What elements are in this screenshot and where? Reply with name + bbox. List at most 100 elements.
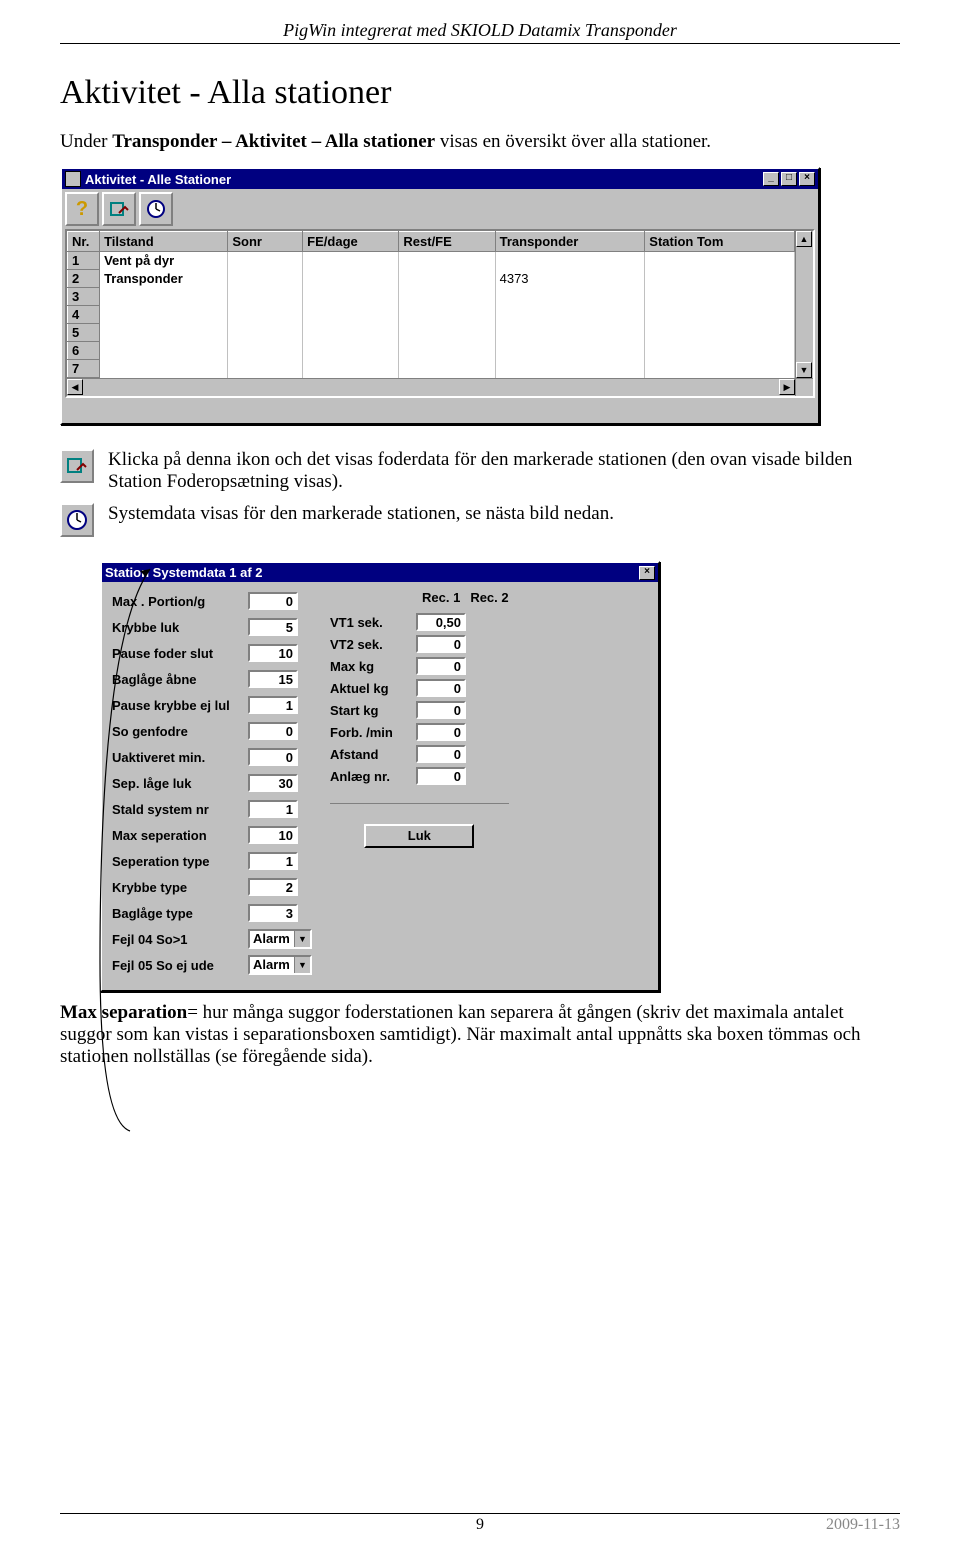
field-input[interactable] [416, 613, 466, 631]
field-input[interactable] [248, 852, 298, 870]
table-row[interactable]: 5 [68, 324, 795, 342]
help-icon: ? [76, 198, 88, 221]
column-header[interactable]: Nr. [68, 232, 100, 252]
field-input[interactable] [416, 745, 466, 763]
field-input[interactable] [248, 826, 298, 844]
table-cell [645, 306, 795, 324]
field-row: Anlæg nr. [330, 765, 509, 787]
field-input[interactable] [416, 723, 466, 741]
activity-title: Aktivitet - Alle Stationer [85, 172, 231, 187]
systemdata-description: Systemdata visas för den markerade stati… [60, 503, 900, 537]
luk-button[interactable]: Luk [364, 824, 474, 848]
column-header[interactable]: Tilstand [100, 232, 228, 252]
field-label: Sep. låge luk [112, 776, 242, 791]
minimize-button[interactable]: _ [763, 172, 779, 186]
table-cell [645, 360, 795, 378]
table-cell [100, 306, 228, 324]
select-value: Alarm [250, 957, 294, 973]
table-cell [399, 306, 495, 324]
field-input[interactable] [416, 657, 466, 675]
field-input[interactable] [416, 635, 466, 653]
scroll-left-icon[interactable]: ◀ [67, 379, 83, 395]
field-input[interactable] [248, 748, 298, 766]
field-label: VT2 sek. [330, 637, 410, 652]
field-input[interactable] [248, 878, 298, 896]
table-row[interactable]: 4 [68, 306, 795, 324]
field-input[interactable] [248, 618, 298, 636]
table-cell [228, 252, 303, 270]
field-label: Krybbe luk [112, 620, 242, 635]
foderdata-description: Klicka på denna ikon och det visas foder… [60, 449, 900, 493]
field-select[interactable]: Alarm▼ [248, 929, 312, 949]
table-cell: 4 [68, 306, 100, 324]
dialog-divider [330, 803, 509, 804]
field-input[interactable] [248, 774, 298, 792]
clock-icon [66, 509, 88, 531]
field-input[interactable] [248, 800, 298, 818]
horizontal-scrollbar[interactable]: ◀ ▶ [67, 378, 813, 396]
help-button[interactable]: ? [65, 192, 99, 226]
field-label: VT1 sek. [330, 615, 410, 630]
column-header[interactable]: Rest/FE [399, 232, 495, 252]
intro-post: visas en översikt över alla stationer. [435, 131, 711, 152]
close-button[interactable]: × [799, 172, 815, 186]
field-label: Baglåge type [112, 906, 242, 921]
field-label: Anlæg nr. [330, 769, 410, 784]
table-cell [100, 324, 228, 342]
field-input[interactable] [248, 722, 298, 740]
column-header[interactable]: Station Tom [645, 232, 795, 252]
systemdata-dialog: Station Systemdata 1 af 2 × Max . Portio… [100, 561, 660, 992]
foderdata-text: Klicka på denna ikon och det visas foder… [108, 449, 900, 493]
activity-toolbar: ? [62, 189, 818, 229]
systemdata-titlebar[interactable]: Station Systemdata 1 af 2 × [102, 563, 658, 582]
maximize-button[interactable]: □ [781, 172, 797, 186]
table-cell [399, 342, 495, 360]
rec1-label: Rec. 1 [422, 590, 460, 605]
table-cell [228, 270, 303, 288]
field-select[interactable]: Alarm▼ [248, 955, 312, 975]
vertical-scrollbar[interactable]: ▲ ▼ [795, 231, 813, 378]
field-input[interactable] [416, 701, 466, 719]
foderdata-button[interactable] [102, 192, 136, 226]
table-cell [399, 288, 495, 306]
scroll-up-icon[interactable]: ▲ [796, 231, 812, 247]
table-cell [303, 252, 399, 270]
field-input[interactable] [416, 679, 466, 697]
dialog-close-button[interactable]: × [639, 566, 655, 580]
field-row: So genfodre [112, 720, 312, 742]
table-cell [399, 252, 495, 270]
activity-window: Aktivitet - Alle Stationer _ □ × ? [60, 167, 820, 425]
chevron-down-icon[interactable]: ▼ [294, 957, 310, 973]
field-row: Krybbe type [112, 876, 312, 898]
chevron-down-icon[interactable]: ▼ [294, 931, 310, 947]
systemdata-icon-box [60, 503, 94, 537]
activity-titlebar[interactable]: Aktivitet - Alle Stationer _ □ × [62, 169, 818, 189]
column-header[interactable]: Sonr [228, 232, 303, 252]
scroll-right-icon[interactable]: ▶ [779, 379, 795, 395]
table-row[interactable]: 3 [68, 288, 795, 306]
field-input[interactable] [248, 904, 298, 922]
table-row[interactable]: 7 [68, 360, 795, 378]
clock-icon [146, 199, 166, 219]
field-input[interactable] [248, 644, 298, 662]
field-input[interactable] [248, 696, 298, 714]
column-header[interactable]: FE/dage [303, 232, 399, 252]
field-row: Sep. låge luk [112, 772, 312, 794]
doc-header: PigWin integrerat med SKIOLD Datamix Tra… [60, 20, 900, 44]
table-row[interactable]: 6 [68, 342, 795, 360]
field-input[interactable] [248, 592, 298, 610]
field-row: Seperation type [112, 850, 312, 872]
table-cell: 2 [68, 270, 100, 288]
table-row[interactable]: 2Transponder4373 [68, 270, 795, 288]
stations-table[interactable]: Nr.TilstandSonrFE/dageRest/FETransponder… [67, 231, 795, 378]
column-header[interactable]: Transponder [495, 232, 645, 252]
systemdata-button[interactable] [139, 192, 173, 226]
field-label: Pause krybbe ej lul [112, 698, 242, 713]
table-cell [228, 360, 303, 378]
field-input[interactable] [248, 670, 298, 688]
field-label: Seperation type [112, 854, 242, 869]
field-input[interactable] [416, 767, 466, 785]
table-row[interactable]: 1Vent på dyr [68, 252, 795, 270]
scroll-down-icon[interactable]: ▼ [796, 362, 812, 378]
field-label: Stald system nr [112, 802, 242, 817]
